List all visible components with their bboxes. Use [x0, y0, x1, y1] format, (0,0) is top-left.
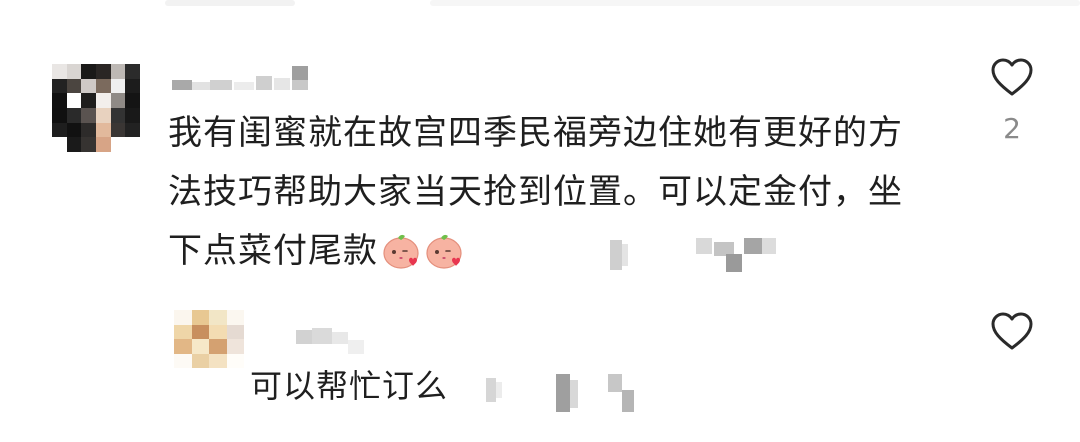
replier-username[interactable]: [296, 326, 366, 354]
comment-meta-redacted: [610, 234, 780, 274]
top-divider: [165, 0, 1080, 6]
heart-outline-icon: [991, 58, 1033, 96]
heart-outline-icon: [991, 312, 1033, 350]
like-button[interactable]: [985, 52, 1039, 102]
comment-thread: 我有闺蜜就在故宫四季民福旁边住她有更好的方法技巧帮助大家当天抢到位置。可以定金付…: [0, 0, 1080, 442]
comment-body: 我有闺蜜就在故宫四季民福旁边住她有更好的方法技巧帮助大家当天抢到位置。可以定金付…: [168, 104, 928, 281]
reply-meta-redacted: [486, 370, 646, 418]
commenter-username[interactable]: [172, 66, 322, 90]
comment-text: 我有闺蜜就在故宫四季民福旁边住她有更好的方法技巧帮助大家当天抢到位置。可以定金付…: [168, 113, 903, 271]
reply-like-button[interactable]: [985, 306, 1039, 356]
like-count: 2: [1003, 112, 1021, 145]
commenter-avatar[interactable]: [52, 64, 140, 152]
kissing-peach-emoji-icon: [426, 234, 462, 269]
replier-avatar[interactable]: [174, 310, 244, 368]
kissing-peach-emoji-icon: [383, 234, 419, 269]
reply-body: 可以帮忙订么: [250, 367, 449, 405]
